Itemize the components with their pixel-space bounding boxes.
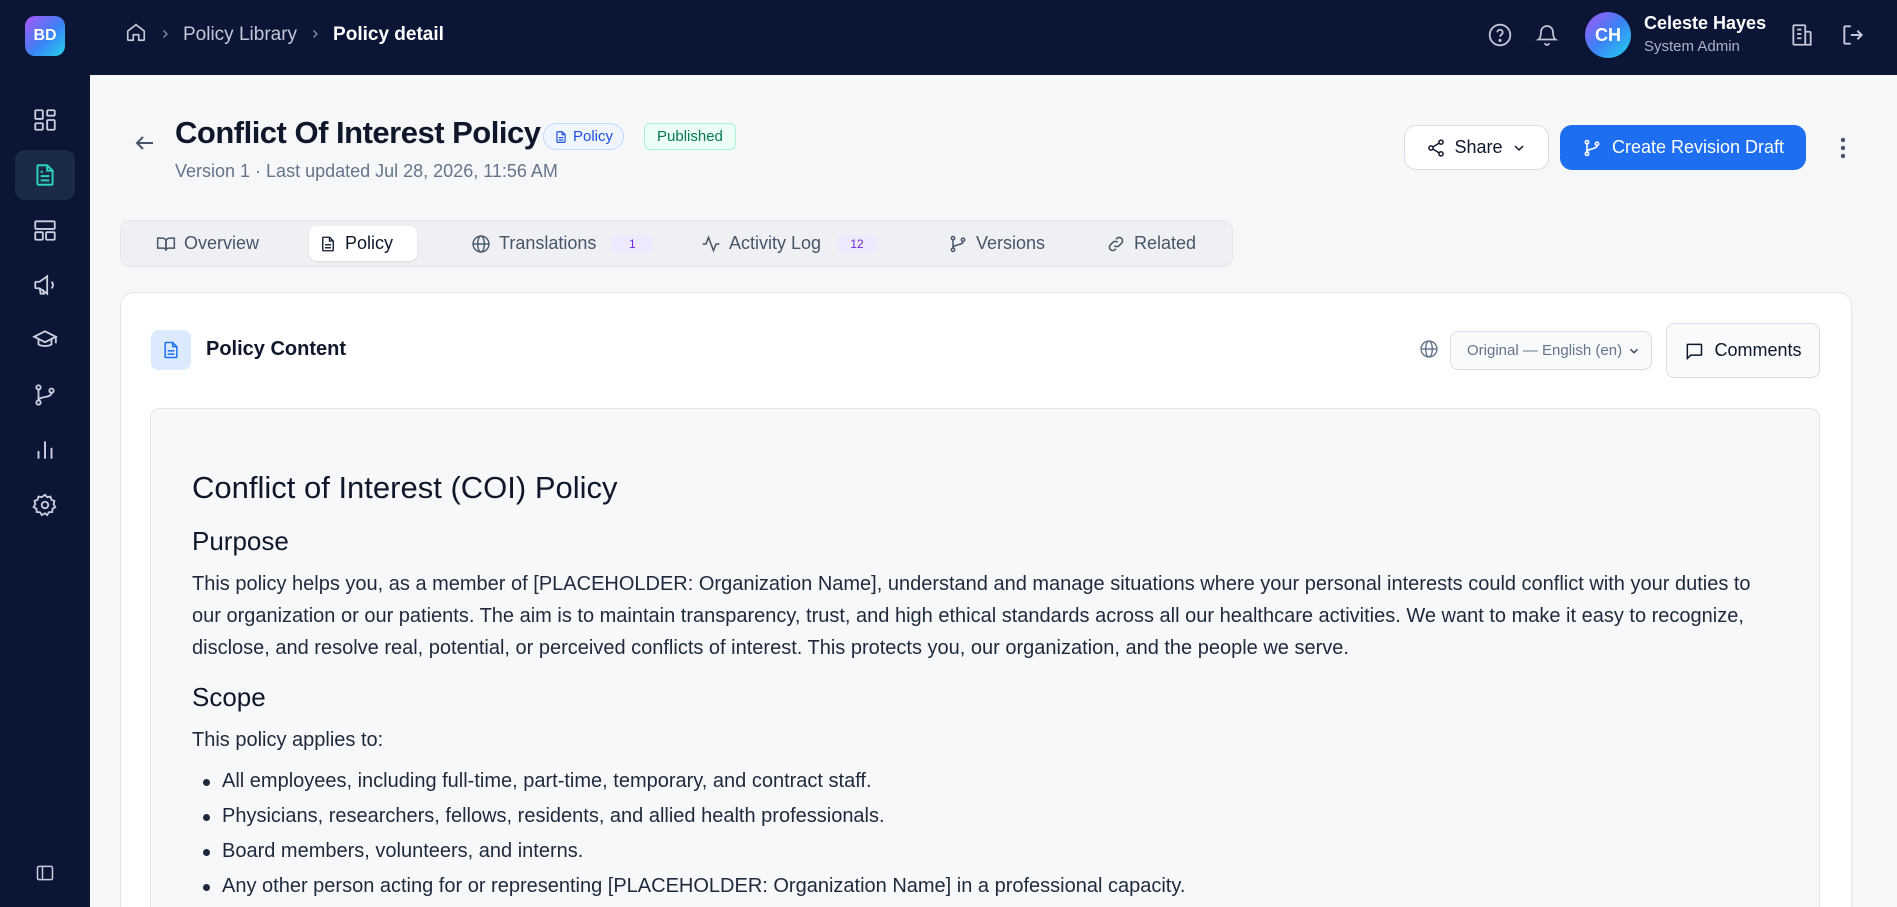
graduation-cap-icon (32, 330, 58, 347)
page-title: Conflict Of Interest Policy (175, 115, 541, 150)
logout-icon (1843, 25, 1864, 45)
building-icon (1792, 24, 1812, 46)
home-icon[interactable] (125, 21, 147, 49)
user-name: Celeste Hayes (1644, 13, 1767, 33)
share-button[interactable]: Share (1404, 125, 1549, 170)
document-icon (36, 164, 54, 186)
tab-label: Related (1134, 233, 1197, 253)
language-select-value: Original — English (en) (1467, 342, 1623, 359)
tab-label: Overview (184, 233, 260, 253)
list-item: Any other person acting for or represent… (202, 875, 1186, 897)
gear-icon (32, 493, 57, 517)
tab-activity-log[interactable]: Activity Log 12 (691, 226, 887, 261)
git-branch-icon (1584, 139, 1600, 156)
activity-icon (702, 234, 720, 253)
git-branch-icon (950, 235, 966, 252)
scope-heading: Scope (192, 682, 266, 712)
logout-button[interactable] (1836, 18, 1870, 52)
comments-label: Comments (1714, 340, 1802, 360)
organization-button[interactable] (1785, 18, 1819, 52)
tab-label: Policy (345, 233, 394, 253)
chevron-down-icon (1630, 348, 1638, 354)
purpose-heading: Purpose (192, 526, 289, 556)
create-revision-draft-button[interactable]: Create Revision Draft (1560, 125, 1806, 170)
bell-icon (1535, 25, 1559, 46)
breadcrumb: Policy Library Policy detail (125, 0, 444, 70)
document-heading: Conflict of Interest (COI) Policy (192, 470, 618, 505)
language-select[interactable]: Original — English (en) (1450, 331, 1652, 370)
layout-icon (34, 220, 56, 241)
document-icon (556, 130, 566, 143)
sidebar: BD (0, 0, 90, 907)
list-item: All employees, including full-time, part… (203, 770, 872, 792)
tab-policy[interactable]: Policy (309, 226, 417, 261)
activity-count-badge: 12 (837, 234, 878, 253)
sidebar-item-workflows[interactable] (15, 370, 75, 420)
help-circle-icon (1488, 23, 1512, 47)
purpose-paragraph: This policy helps you, as a member of [P… (192, 573, 1751, 659)
version-meta: Version 1 · Last updated Jul 28, 2026, 1… (175, 161, 558, 181)
chevron-down-icon (1513, 144, 1524, 151)
dashboard-icon (34, 109, 56, 131)
sidebar-item-templates[interactable] (15, 205, 75, 255)
list-item: Physicians, researchers, fellows, reside… (203, 805, 885, 827)
tab-translations[interactable]: Translations 1 (461, 226, 662, 261)
status-badge: Published (644, 123, 736, 150)
bar-chart-icon (37, 441, 53, 459)
sidebar-item-training[interactable] (15, 315, 75, 365)
globe-icon (1419, 339, 1441, 361)
scope-intro: This policy applies to: (192, 729, 384, 751)
app-logo[interactable]: BD (25, 16, 65, 56)
sidebar-item-dashboard[interactable] (15, 95, 75, 145)
globe-icon (472, 234, 490, 253)
document-icon (322, 236, 334, 251)
list-item: Board members, volunteers, and interns. (202, 840, 584, 862)
tab-bar: Overview Policy Translations 1 Activity … (120, 220, 1233, 267)
breadcrumb-separator (309, 27, 321, 43)
breadcrumb-policy-library[interactable]: Policy Library (183, 24, 297, 46)
more-vertical-icon (1840, 137, 1846, 159)
megaphone-icon (34, 274, 54, 296)
book-open-icon (156, 236, 176, 251)
notifications-button[interactable] (1530, 18, 1564, 52)
topbar: Policy Library Policy detail CH Celeste … (90, 0, 1897, 75)
translations-count-badge: 1 (612, 234, 653, 253)
git-branch-icon (35, 384, 55, 406)
back-button[interactable] (130, 128, 160, 158)
create-revision-draft-label: Create Revision Draft (1611, 137, 1785, 157)
type-badge-label: Policy (573, 128, 614, 145)
sidebar-item-settings[interactable] (15, 480, 75, 530)
tab-label: Versions (976, 233, 1046, 253)
message-square-icon (1687, 343, 1703, 360)
link-icon (1108, 236, 1124, 251)
tab-overview[interactable]: Overview (146, 226, 269, 261)
panel-left-icon (36, 865, 54, 880)
sidebar-item-reports[interactable] (15, 425, 75, 475)
arrow-left-icon (135, 136, 153, 150)
share-label: Share (1454, 137, 1503, 157)
type-badge: Policy (543, 123, 625, 150)
tab-label: Activity Log (729, 233, 822, 253)
avatar[interactable]: CH (1585, 12, 1631, 58)
more-actions-button[interactable] (1830, 132, 1856, 164)
sidebar-item-announcements[interactable] (15, 260, 75, 310)
tab-label: Translations (499, 233, 597, 253)
document-icon (151, 330, 191, 370)
breadcrumb-separator (159, 27, 171, 43)
sidebar-item-policies[interactable] (15, 150, 75, 200)
comments-button[interactable]: Comments (1666, 323, 1820, 378)
user-role: System Admin (1644, 38, 1740, 55)
share-icon (1428, 138, 1445, 157)
policy-content-title: Policy Content (206, 338, 347, 360)
sidebar-collapse-button[interactable] (30, 860, 60, 885)
help-button[interactable] (1483, 18, 1517, 52)
tab-related[interactable]: Related (1096, 226, 1206, 261)
breadcrumb-current: Policy detail (333, 24, 444, 45)
tab-versions[interactable]: Versions (938, 226, 1055, 261)
